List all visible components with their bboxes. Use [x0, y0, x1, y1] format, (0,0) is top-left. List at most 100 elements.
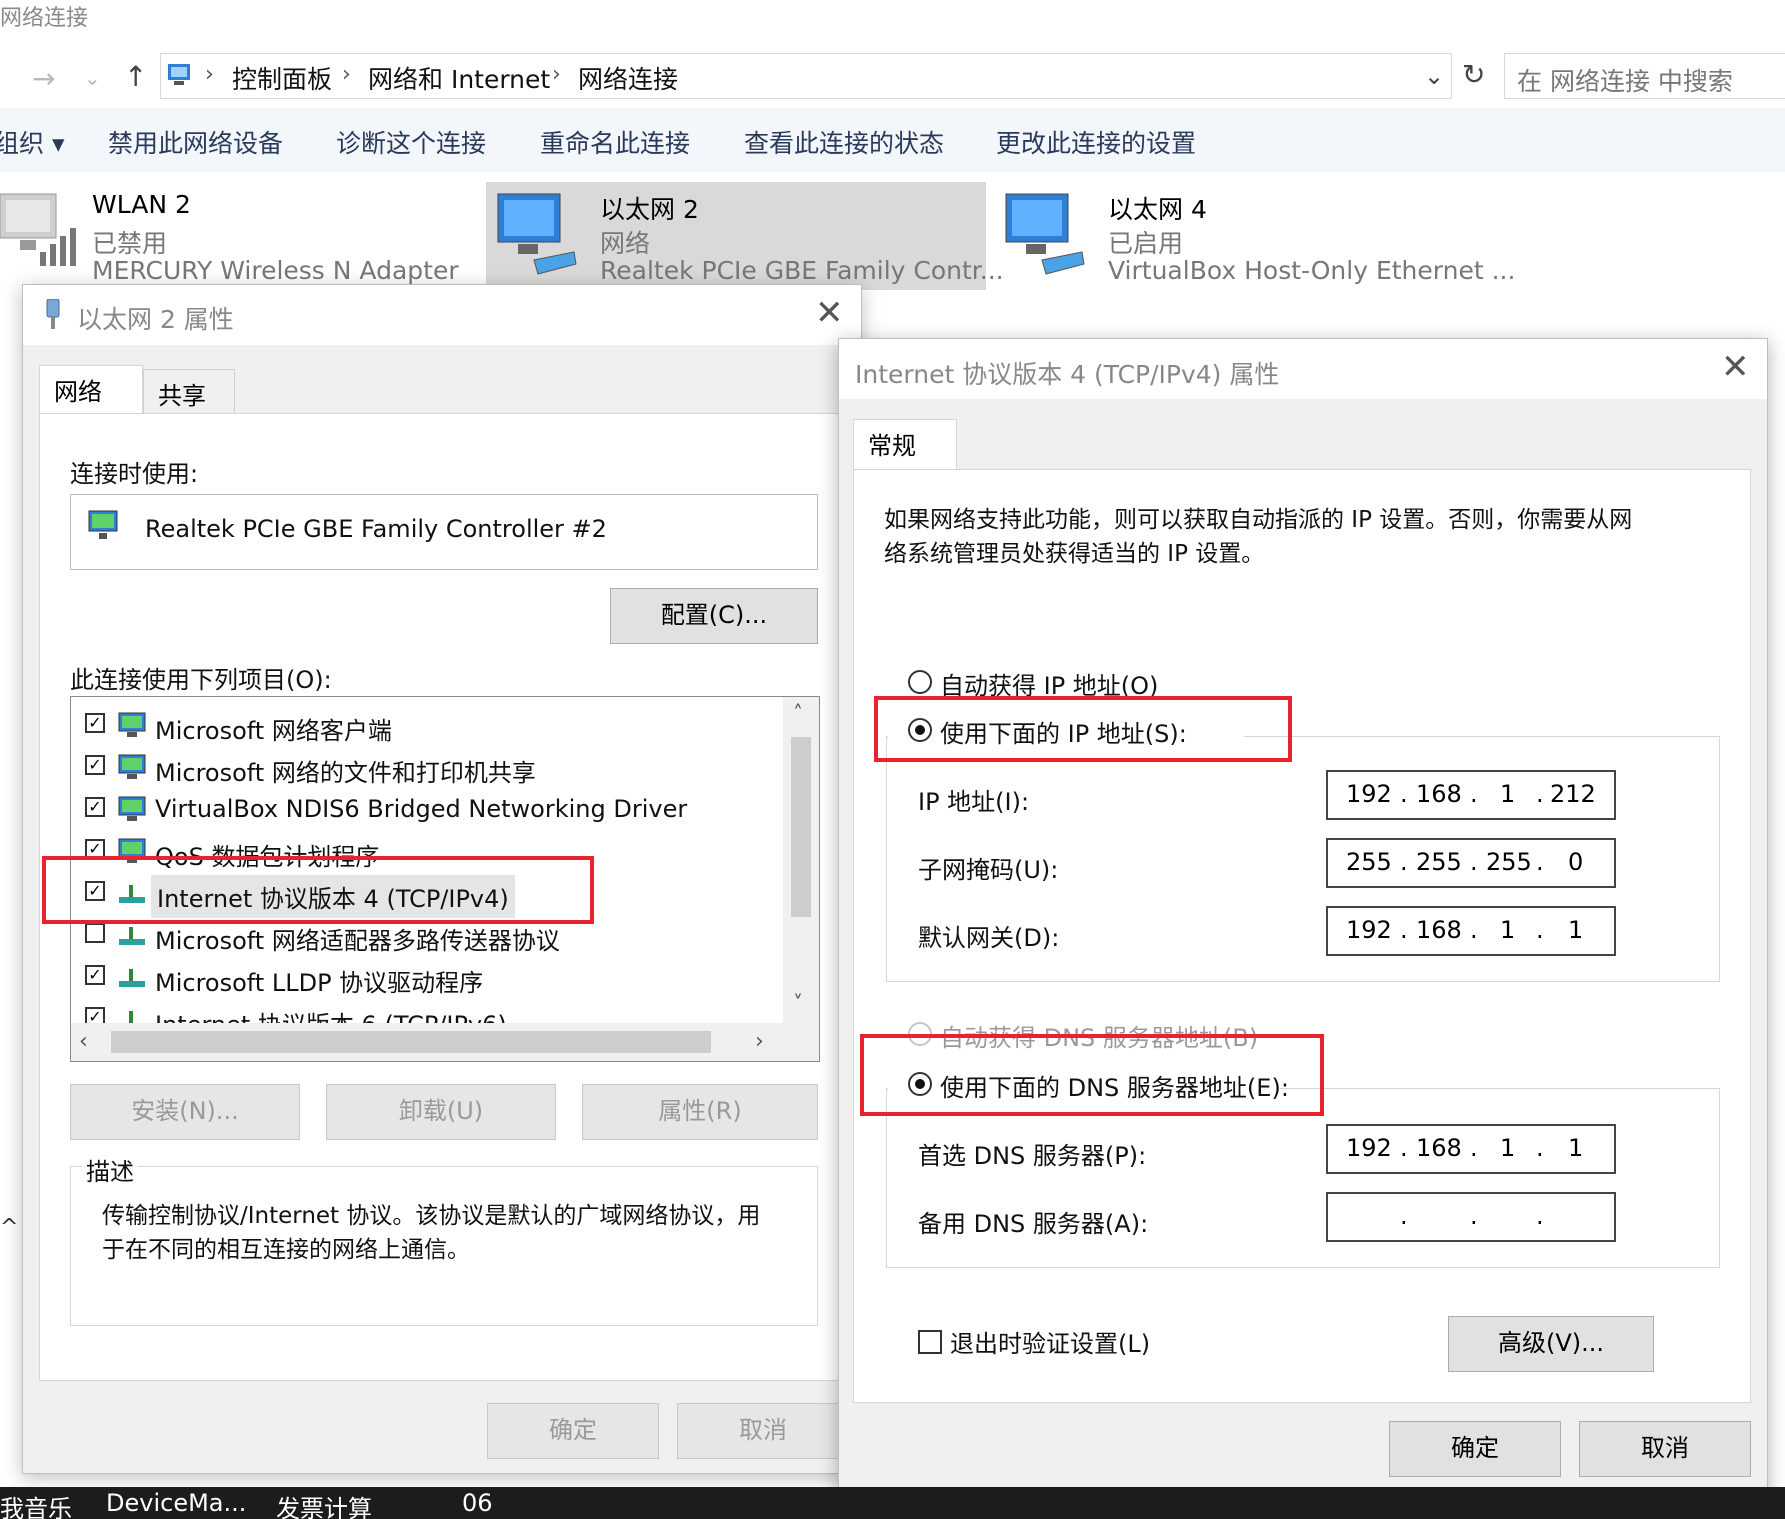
protocol-icon — [117, 967, 145, 991]
adapter-ethernet2[interactable]: 以太网 2 网络 Realtek PCIe GBE Family Contr..… — [486, 182, 1004, 290]
auto-ip-radio[interactable] — [908, 670, 932, 694]
checkbox[interactable]: ✓ — [85, 755, 105, 775]
uninstall-button[interactable]: 卸载(U) — [326, 1084, 556, 1140]
highlight-ipv4-item — [42, 856, 594, 924]
cancel-button[interactable]: 取消 — [1579, 1421, 1751, 1477]
close-icon[interactable]: ✕ — [815, 293, 844, 333]
diagnose-button[interactable]: 诊断这个连接 — [336, 124, 486, 160]
properties-button[interactable]: 属性(R) — [582, 1084, 818, 1140]
dns1-octet: 168 — [1416, 1134, 1462, 1162]
refresh-icon[interactable]: ↻ — [1462, 58, 1485, 91]
mask-octet: 255 — [1416, 848, 1462, 876]
ip-address-input[interactable]: 192. 168. 1. 212 — [1326, 770, 1616, 820]
taskbar-item[interactable]: DeviceMa... — [106, 1489, 246, 1517]
address-dropdown-icon[interactable]: ⌄ — [1424, 62, 1444, 90]
preferred-dns-input[interactable]: 192. 168. 1. 1 — [1326, 1124, 1616, 1174]
adapter-status: 已禁用 — [92, 229, 168, 258]
mask-octet: 0 — [1568, 848, 1584, 876]
scrollbar-thumb[interactable] — [111, 1031, 711, 1053]
adapter-ethernet4[interactable]: 以太网 4 已启用 VirtualBox Host-Only Ethernet … — [1000, 182, 1515, 290]
subnet-mask-label: 子网掩码(U): — [918, 856, 1059, 884]
adapter-icon — [87, 509, 121, 547]
breadcrumb-separator: › — [342, 62, 351, 87]
connect-using-label: 连接时使用: — [70, 460, 199, 488]
adapter-name: 以太网 4 — [1108, 195, 1207, 224]
chevron-down-icon[interactable]: ⌄ — [84, 66, 101, 90]
adapter-field: Realtek PCIe GBE Family Controller #2 — [70, 494, 818, 570]
vertical-scrollbar[interactable]: ˄ ˅ — [783, 697, 819, 1023]
protocol-icon — [117, 1009, 145, 1023]
organize-menu[interactable]: 组织 ▾ — [0, 124, 65, 160]
validate-label: 退出时验证设置(L) — [950, 1330, 1151, 1358]
scrollbar-thumb[interactable] — [791, 737, 811, 917]
gateway-input[interactable]: 192. 168. 1. 1 — [1326, 906, 1616, 956]
list-item-label: Internet 协议版本 6 (TCP/IPv6) — [155, 1005, 507, 1023]
list-item-label: VirtualBox NDIS6 Bridged Networking Driv… — [155, 795, 688, 823]
adapter-status: 网络 — [600, 229, 651, 258]
gateway-octet: 1 — [1500, 916, 1516, 944]
checkbox[interactable]: ✓ — [85, 965, 105, 985]
protocol-icon — [117, 925, 145, 949]
adapter-status: 已启用 — [1108, 229, 1184, 258]
network-adapter-icon — [43, 298, 63, 335]
rename-button[interactable]: 重命名此连接 — [540, 124, 690, 160]
checkbox[interactable]: ✓ — [85, 1007, 105, 1023]
advanced-button[interactable]: 高级(V)... — [1448, 1316, 1654, 1372]
tab-general[interactable]: 常规 — [853, 419, 957, 471]
ip-octet: 1 — [1500, 780, 1516, 808]
list-item[interactable]: ✓ Microsoft LLDP 协议驱动程序 — [71, 955, 781, 997]
adapter-name: WLAN 2 — [92, 190, 191, 219]
alternate-dns-input[interactable]: . . . — [1326, 1192, 1616, 1242]
partial-caret-icon: ^ — [0, 1215, 19, 1240]
list-item[interactable]: ✓ Microsoft 网络客户端 — [71, 703, 781, 745]
view-status-button[interactable]: 查看此连接的状态 — [744, 124, 944, 160]
forward-arrow-icon[interactable]: → — [32, 62, 55, 95]
adapter-wlan2[interactable]: WLAN 2 已禁用 MERCURY Wireless N Adapter — [0, 182, 480, 290]
alternate-dns-label: 备用 DNS 服务器(A): — [918, 1210, 1149, 1238]
scroll-up-icon[interactable]: ˄ — [793, 701, 803, 725]
breadcrumb-control-panel[interactable]: 控制面板 — [232, 60, 332, 96]
configure-button[interactable]: 配置(C)... — [610, 588, 818, 644]
checkbox[interactable] — [85, 923, 105, 943]
validate-checkbox[interactable] — [918, 1330, 942, 1354]
checkbox[interactable]: ✓ — [85, 713, 105, 733]
gateway-octet: 168 — [1416, 916, 1462, 944]
taskbar-item[interactable]: 06 — [462, 1489, 493, 1517]
ok-button[interactable]: 确定 — [487, 1403, 659, 1459]
tab-network[interactable]: 网络 — [39, 365, 143, 415]
subnet-mask-input[interactable]: 255. 255. 255. 0 — [1326, 838, 1616, 888]
intro-text-line2: 络系统管理员处获得适当的 IP 设置。 — [884, 541, 1265, 567]
horizontal-scrollbar[interactable]: ‹ › — [71, 1023, 819, 1061]
search-input[interactable]: 在 网络连接 中搜索 — [1504, 53, 1785, 99]
mask-octet: 255 — [1346, 848, 1392, 876]
list-item[interactable]: ✓ VirtualBox NDIS6 Bridged Networking Dr… — [71, 787, 781, 827]
install-button[interactable]: 安装(N)... — [70, 1084, 300, 1140]
list-item-label: Microsoft LLDP 协议驱动程序 — [155, 969, 484, 997]
breadcrumb-network-internet[interactable]: 网络和 Internet — [368, 60, 550, 96]
taskbar-item[interactable]: 我音乐 — [0, 1489, 72, 1519]
scroll-down-icon[interactable]: ˅ — [793, 991, 803, 1015]
cancel-button[interactable]: 取消 — [677, 1403, 849, 1459]
list-item[interactable]: ✓ Microsoft 网络的文件和打印机共享 — [71, 745, 781, 787]
change-settings-button[interactable]: 更改此连接的设置 — [996, 124, 1196, 160]
scroll-left-icon[interactable]: ‹ — [79, 1029, 88, 1054]
tab-sharing[interactable]: 共享 — [143, 369, 235, 415]
intro-text-line1: 如果网络支持此功能，则可以获取自动指派的 IP 设置。否则，你需要从网 — [884, 507, 1633, 533]
up-arrow-icon[interactable]: ↑ — [124, 60, 147, 93]
close-icon[interactable]: ✕ — [1721, 347, 1750, 387]
dialog-title: Internet 协议版本 4 (TCP/IPv4) 属性 — [855, 360, 1280, 389]
address-bar[interactable] — [160, 53, 1452, 99]
disable-device-button[interactable]: 禁用此网络设备 — [108, 124, 283, 160]
checkbox[interactable]: ✓ — [85, 797, 105, 817]
ethernet-adapter-icon — [1002, 190, 1086, 284]
taskbar-item[interactable]: 发票计算 — [276, 1489, 372, 1519]
list-item[interactable]: ✓ Internet 协议版本 6 (TCP/IPv6) — [71, 997, 781, 1023]
general-tab-panel: 如果网络支持此功能，则可以获取自动指派的 IP 设置。否则，你需要从网 络系统管… — [853, 469, 1751, 1403]
tab-general-label: 常规 — [868, 432, 916, 460]
ip-address-label: IP 地址(I): — [918, 788, 1030, 816]
ok-button[interactable]: 确定 — [1389, 1421, 1561, 1477]
taskbar — [0, 1487, 1785, 1519]
scroll-right-icon[interactable]: › — [755, 1029, 764, 1054]
breadcrumb-network-connections[interactable]: 网络连接 — [578, 60, 678, 96]
adapter-name: Realtek PCIe GBE Family Controller #2 — [145, 515, 607, 543]
